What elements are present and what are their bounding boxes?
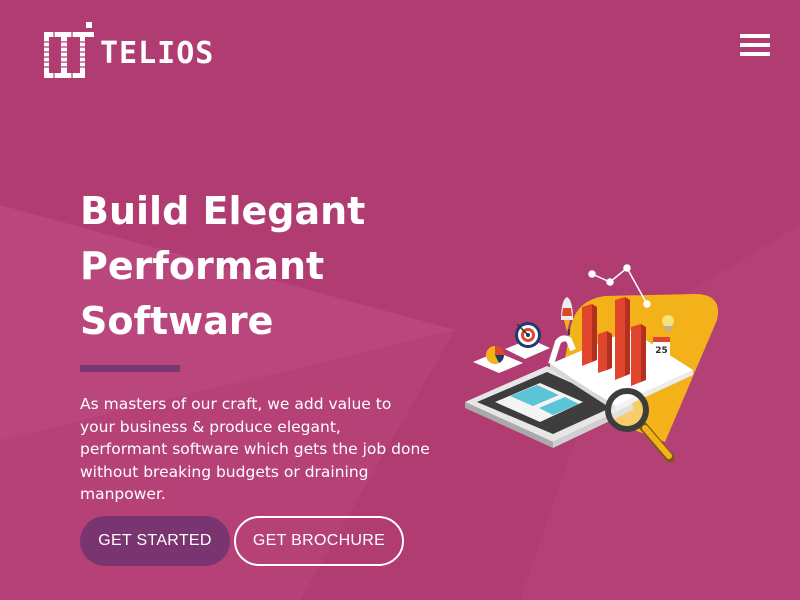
analytics-illustration: 25 (465, 264, 719, 463)
hero-description: As masters of our craft, we add value to… (80, 395, 430, 503)
hero-title: Build Elegant Performant Software (80, 184, 440, 349)
target-icon (505, 322, 550, 359)
get-started-button[interactable]: GET STARTED (80, 516, 230, 566)
calendar-day-label: 25 (655, 346, 668, 356)
hero-title-line-1: Build Elegant (80, 189, 366, 233)
brand-logo-text: TELIOS (100, 36, 215, 71)
title-divider (80, 365, 180, 372)
calendar-icon: 25 (653, 337, 670, 356)
hero-title-line-3: Software (80, 299, 274, 343)
hamburger-menu-icon[interactable] (738, 32, 772, 58)
get-brochure-button[interactable]: GET BROCHURE (234, 516, 404, 566)
hero-title-line-2: Performant (80, 244, 325, 288)
